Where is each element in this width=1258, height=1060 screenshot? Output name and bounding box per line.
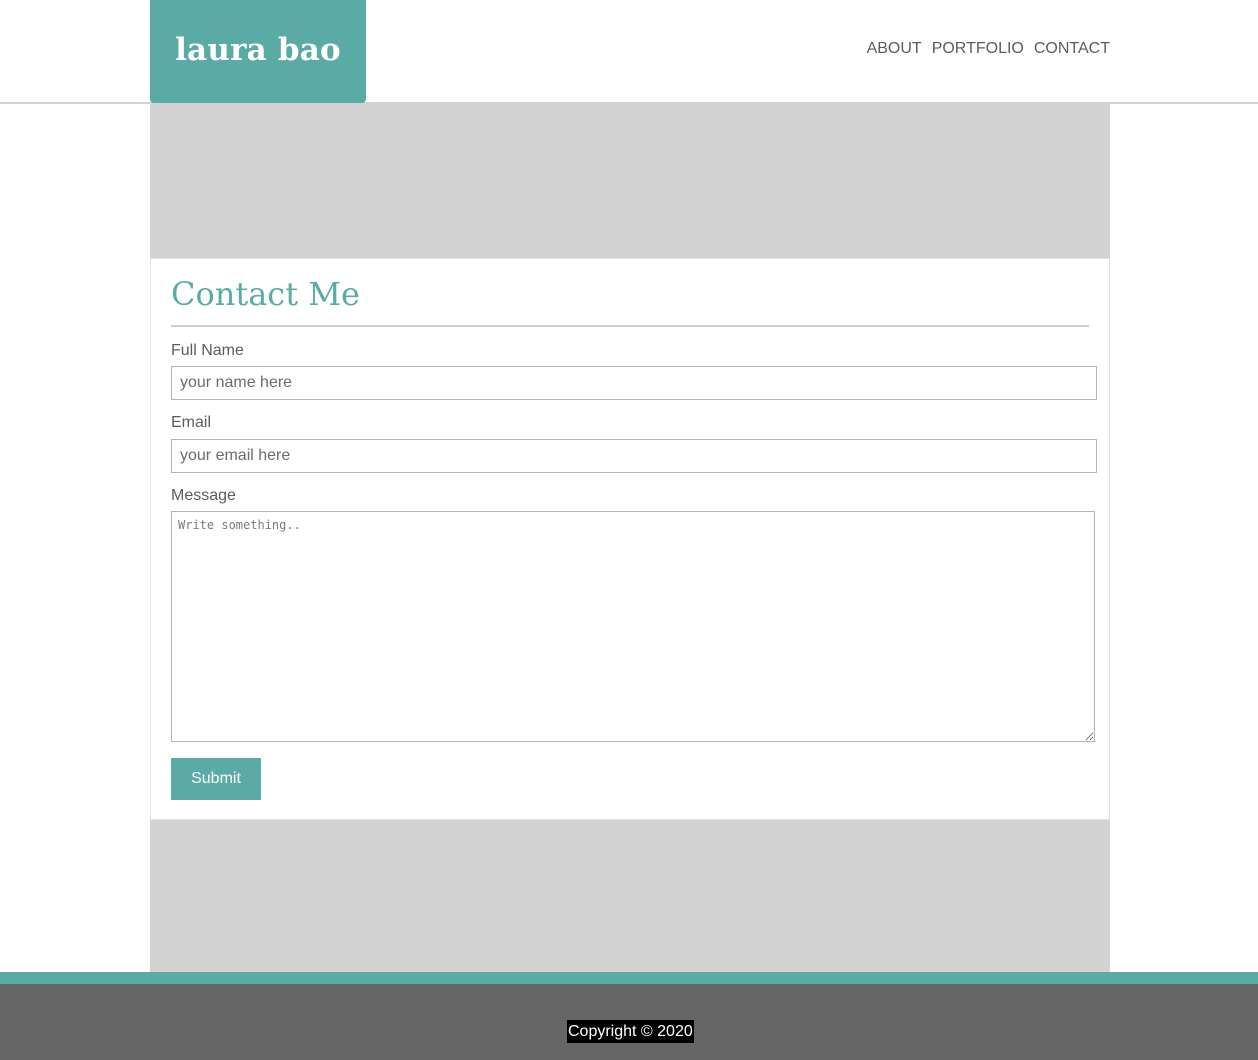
full-name-label: Full Name — [171, 342, 244, 359]
email-input[interactable] — [171, 439, 1097, 473]
page-title: Contact Me — [171, 275, 360, 313]
nav-link-contact[interactable]: CONTACT — [1034, 40, 1110, 58]
main-nav: ABOUT PORTFOLIO CONTACT — [867, 40, 1110, 58]
submit-button[interactable]: Submit — [171, 758, 261, 800]
content-column: Contact Me Full Name Email Message Submi… — [150, 104, 1110, 972]
site-footer: Copyright © 2020 — [0, 984, 1258, 1060]
title-divider — [171, 325, 1089, 327]
copyright-text: Copyright © 2020 — [567, 1020, 694, 1043]
logo-text: laura bao — [175, 31, 341, 68]
nav-link-about[interactable]: ABOUT — [867, 40, 922, 58]
nav-link-portfolio[interactable]: PORTFOLIO — [932, 40, 1024, 58]
full-name-input[interactable] — [171, 366, 1097, 400]
message-label: Message — [171, 487, 236, 504]
footer-accent-stripe — [0, 972, 1258, 984]
email-label: Email — [171, 414, 212, 431]
contact-form: Contact Me Full Name Email Message Submi… — [150, 258, 1110, 820]
page: laura bao ABOUT PORTFOLIO CONTACT Contac… — [0, 0, 1258, 1060]
site-header: laura bao ABOUT PORTFOLIO CONTACT — [0, 0, 1258, 104]
logo[interactable]: laura bao — [150, 0, 366, 103]
message-textarea[interactable] — [171, 511, 1095, 742]
